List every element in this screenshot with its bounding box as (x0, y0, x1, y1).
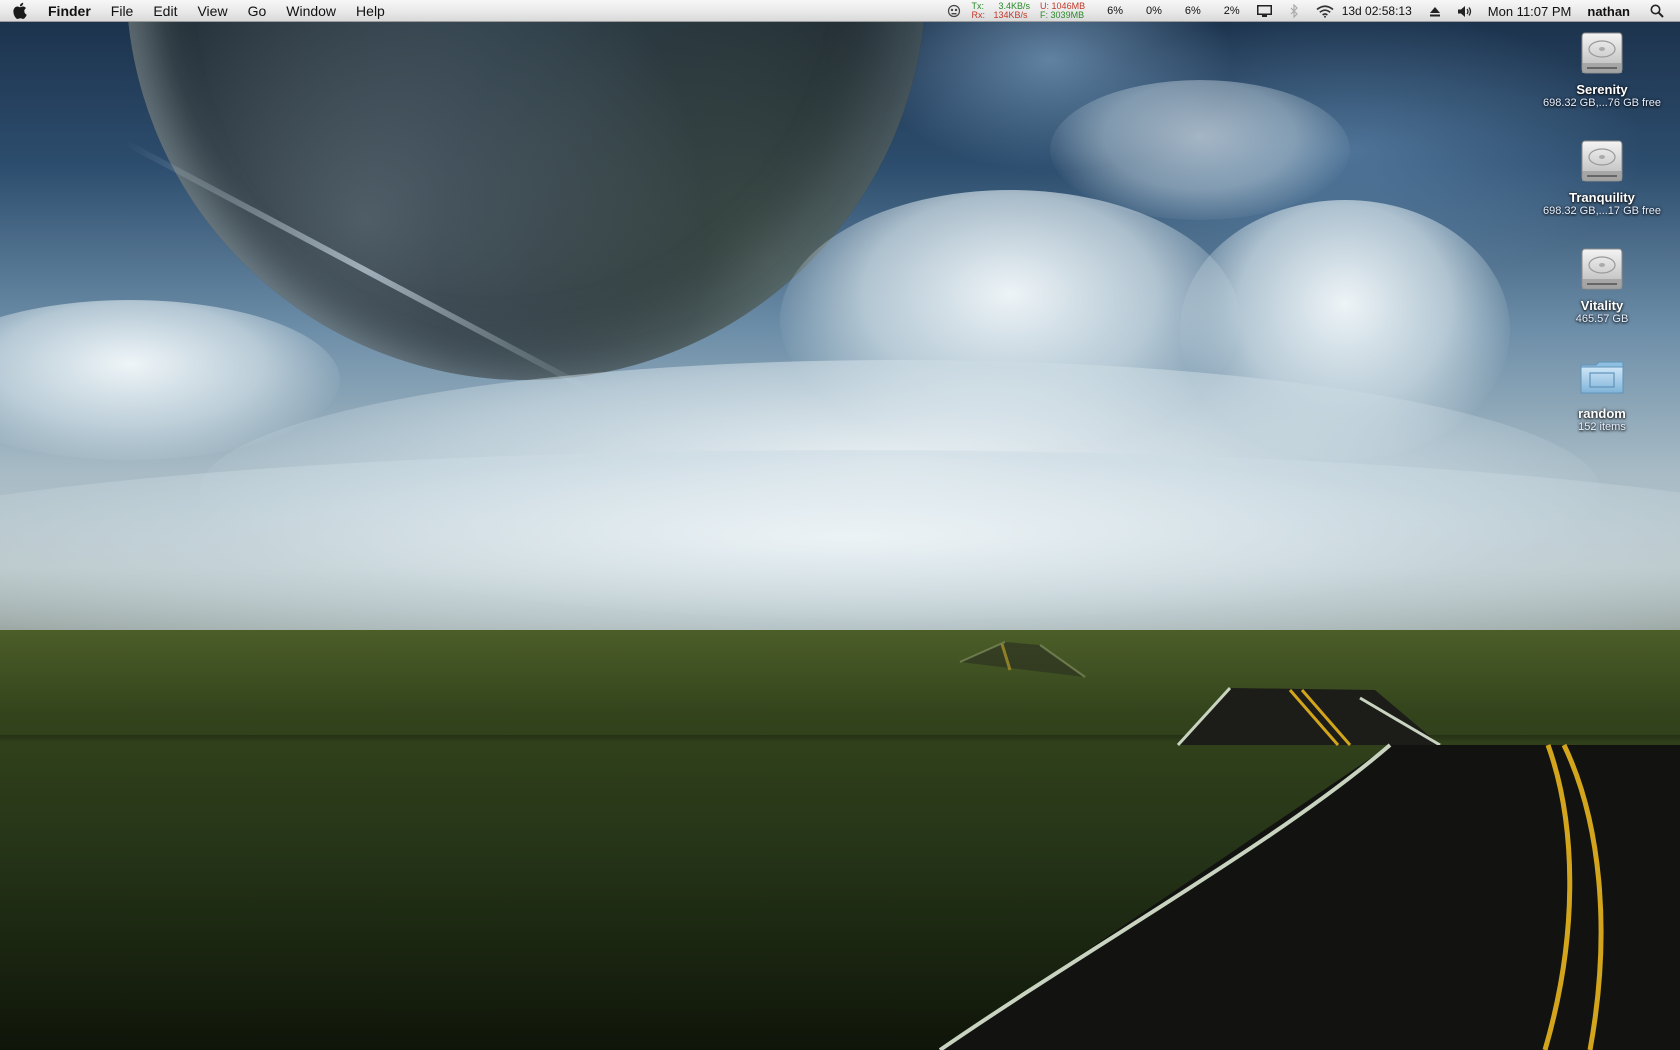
desktop-item-name: Vitality (1580, 298, 1624, 313)
bluetooth-icon[interactable] (1286, 0, 1304, 22)
menu-bar: Finder File Edit View Go Window Help Tx:… (0, 0, 1680, 22)
wifi-icon[interactable] (1316, 0, 1334, 22)
desktop-item-name: Serenity (1576, 82, 1628, 97)
net-rx-value: 134KB/s (993, 10, 1028, 20)
mem-free-value: 3039MB (1050, 10, 1085, 20)
desktop-drive-serenity[interactable]: Serenity 698.32 GB,...76 GB free (1532, 28, 1672, 109)
desktop-drive-tranquility[interactable]: Tranquility 698.32 GB,...17 GB free (1532, 136, 1672, 217)
menu-view[interactable]: View (187, 0, 237, 22)
desktop-item-name: random (1578, 406, 1626, 421)
eject-icon[interactable] (1426, 0, 1444, 22)
menu-bar-extras: Tx: 3.4KB/s Rx: 134KB/s U: 1046MB F: 303… (945, 0, 1680, 22)
hard-drive-icon (1576, 244, 1628, 294)
desktop-item-info: 152 items (1578, 421, 1626, 433)
net-rx-label: Rx: (971, 10, 985, 20)
mem-free-label: F: (1040, 10, 1049, 20)
display-icon[interactable] (1256, 0, 1274, 22)
volume-icon[interactable] (1456, 0, 1474, 22)
cpu-core-4[interactable]: 2% (1224, 5, 1240, 17)
folder-icon (1576, 352, 1628, 402)
desktop-wallpaper (0, 0, 1680, 1050)
desktop-item-info: 698.32 GB,...17 GB free (1542, 205, 1661, 217)
menu-edit[interactable]: Edit (143, 0, 187, 22)
hard-drive-icon (1576, 28, 1628, 78)
menu-bar-left: Finder File Edit View Go Window Help (0, 0, 395, 22)
menu-finder[interactable]: Finder (38, 0, 101, 22)
memory-stats[interactable]: U: 1046MB F: 3039MB (1040, 2, 1085, 20)
menu-file[interactable]: File (101, 0, 144, 22)
apple-icon[interactable] (0, 0, 38, 22)
desktop-item-info: 698.32 GB,...76 GB free (1542, 97, 1661, 109)
cpu-core-2[interactable]: 0% (1146, 5, 1162, 17)
desktop-item-info: 465.57 GB (1575, 313, 1629, 325)
desktop-drive-vitality[interactable]: Vitality 465.57 GB (1532, 244, 1672, 325)
spotlight-icon[interactable] (1648, 0, 1666, 22)
network-stats[interactable]: Tx: 3.4KB/s Rx: 134KB/s (971, 2, 1030, 20)
robot-icon[interactable] (945, 0, 963, 22)
menu-window[interactable]: Window (276, 0, 346, 22)
cpu-core-3[interactable]: 6% (1185, 5, 1201, 17)
desktop-folder-random[interactable]: random 152 items (1532, 352, 1672, 433)
uptime-readout[interactable]: 13d 02:58:13 (1342, 4, 1412, 18)
wallpaper-road (938, 641, 1680, 1050)
user-menu[interactable]: nathan (1587, 4, 1630, 19)
cpu-core-1[interactable]: 6% (1107, 5, 1123, 17)
hard-drive-icon (1576, 136, 1628, 186)
menu-clock[interactable]: Mon 11:07 PM (1488, 4, 1572, 19)
desktop-item-name: Tranquility (1569, 190, 1635, 205)
menu-help[interactable]: Help (346, 0, 395, 22)
menu-go[interactable]: Go (238, 0, 277, 22)
